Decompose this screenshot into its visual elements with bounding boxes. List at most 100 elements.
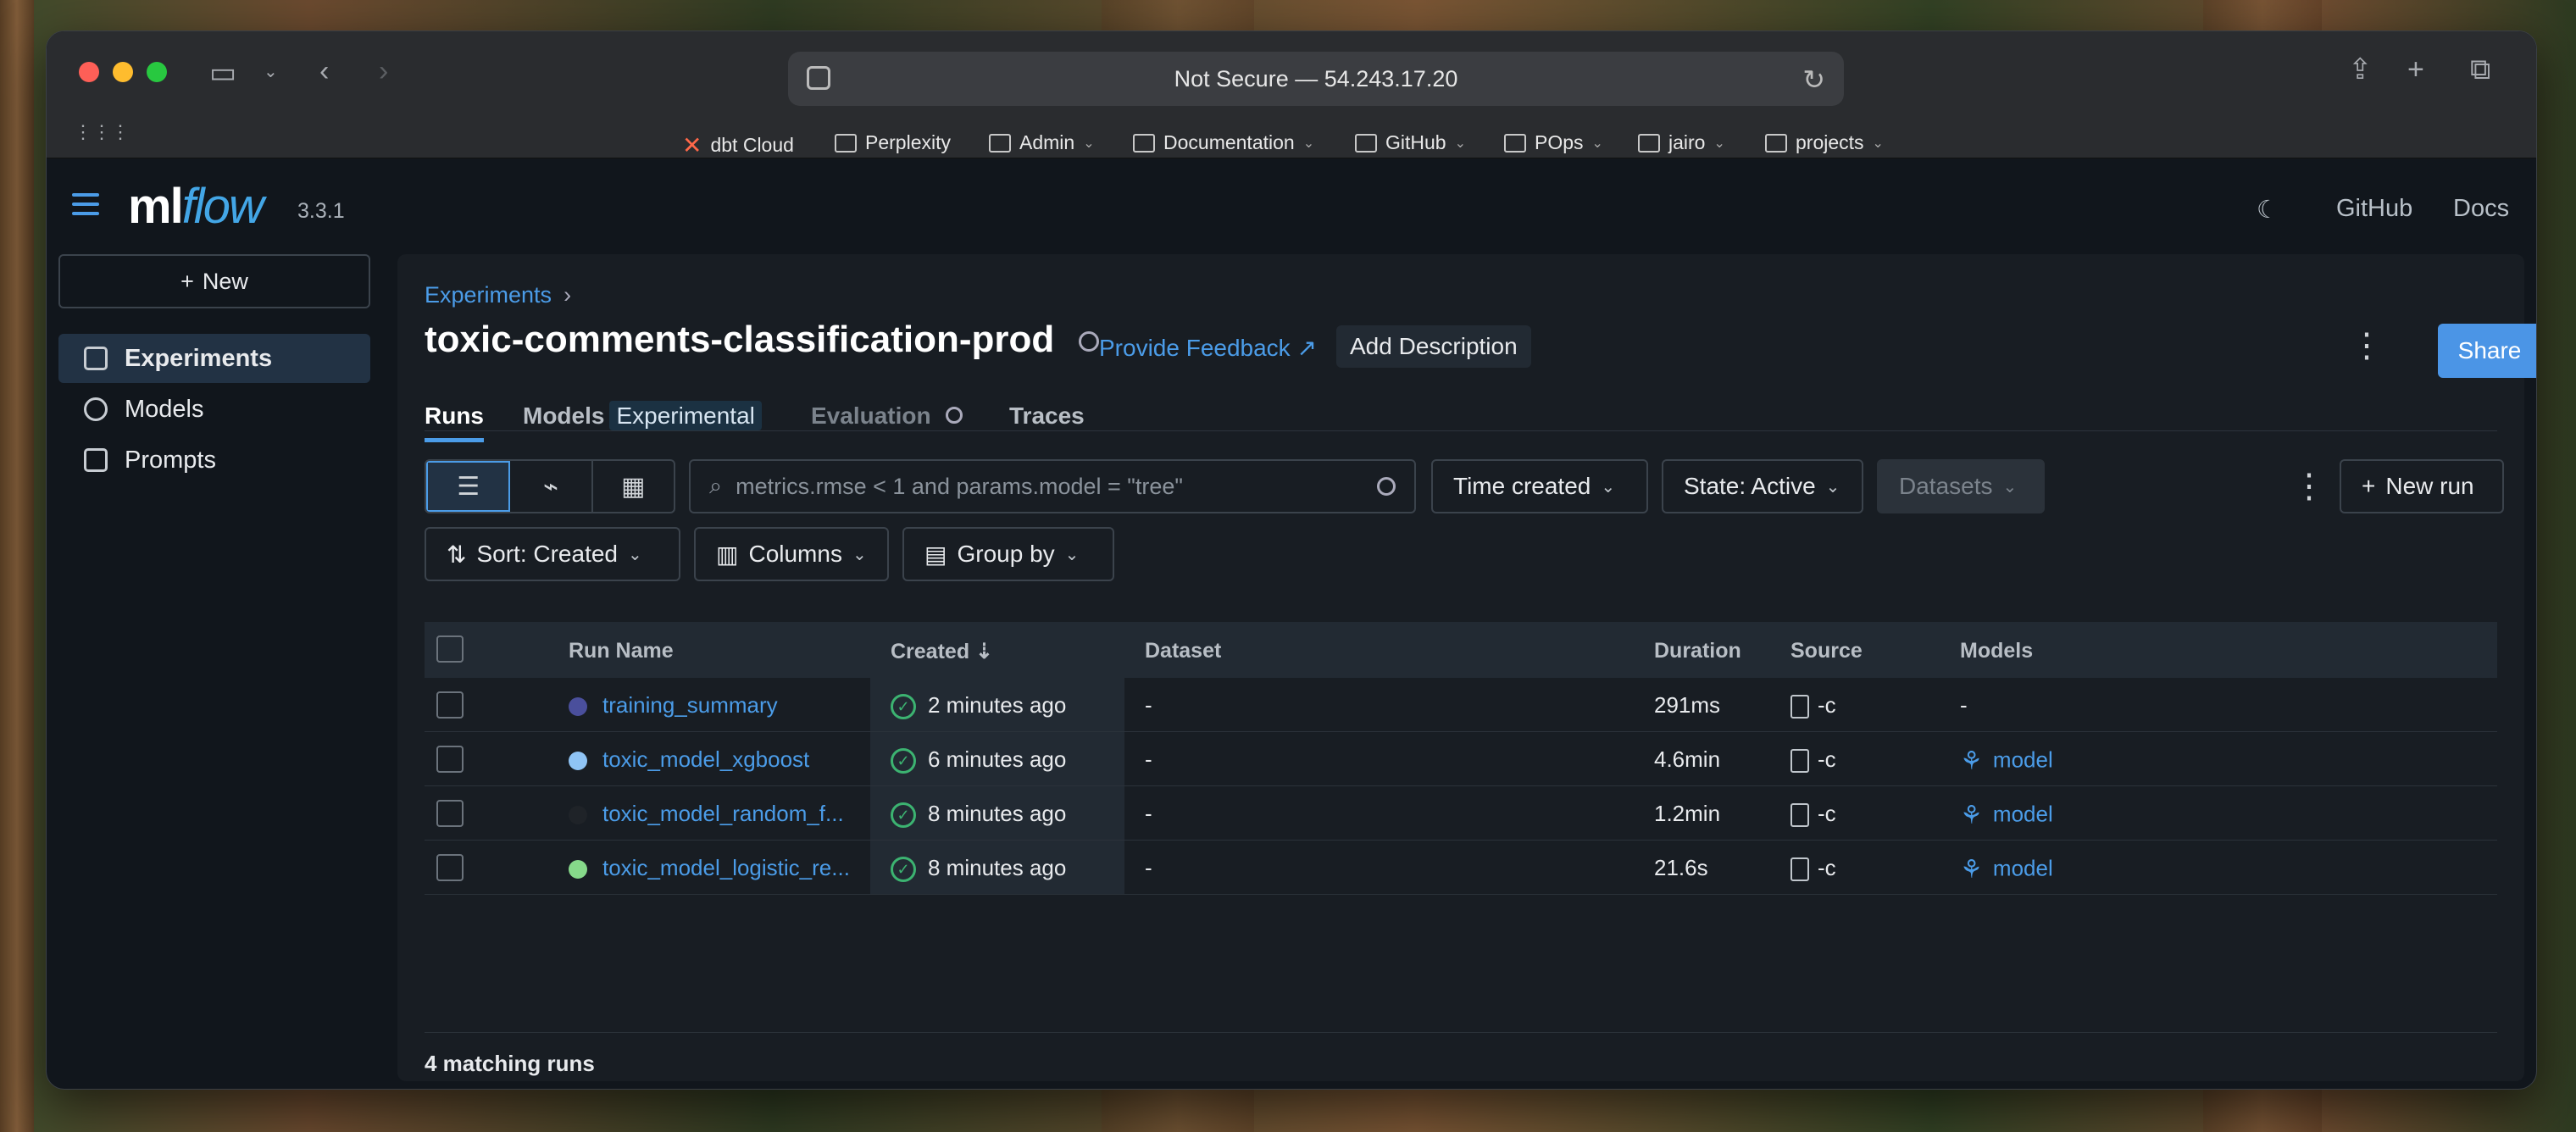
bookmark-folder-admin[interactable]: Admin ⌄: [989, 131, 1095, 154]
row-checkbox[interactable]: [436, 800, 464, 827]
run-color-dot[interactable]: [569, 806, 587, 825]
models-cell[interactable]: ⚘ model: [1960, 855, 2053, 885]
run-name-cell[interactable]: toxic_model_xgboost: [569, 746, 809, 773]
model-icon: ⚘: [1960, 802, 1983, 830]
bookmark-folder-jairo[interactable]: jairo ⌄: [1638, 131, 1725, 154]
back-icon[interactable]: ‹: [319, 57, 329, 86]
zoom-window-button[interactable]: [147, 62, 167, 82]
dbt-icon: ✕: [682, 132, 702, 158]
column-header-run-name[interactable]: Run Name: [569, 639, 674, 663]
chart-view-icon[interactable]: ⌁: [510, 461, 593, 512]
source-file-icon: [1790, 857, 1809, 882]
new-run-button[interactable]: + New run: [2340, 459, 2504, 513]
page-settings-icon[interactable]: [807, 66, 830, 90]
table-row[interactable]: toxic_model_xgboost ✓ 6 minutes ago - 4.6…: [425, 732, 2497, 786]
more-options-icon[interactable]: ⋮: [2292, 469, 2326, 503]
add-description-button[interactable]: Add Description: [1336, 325, 1531, 368]
table-row[interactable]: toxic_model_logistic_re... ✓ 8 minutes ag…: [425, 841, 2497, 895]
github-link[interactable]: GitHub: [2336, 195, 2412, 223]
bookmark-folder-github[interactable]: GitHub ⌄: [1355, 131, 1466, 154]
info-icon[interactable]: [1377, 477, 1396, 496]
columns-icon: ▥: [716, 541, 739, 568]
reload-icon[interactable]: ↻: [1802, 64, 1825, 96]
list-view-icon[interactable]: ☰: [426, 461, 511, 512]
row-checkbox[interactable]: [436, 746, 464, 773]
page-title: toxic-comments-classification-prod: [425, 319, 1099, 361]
chevron-down-icon: ⌄: [852, 545, 867, 564]
minimize-window-button[interactable]: [113, 62, 133, 82]
source-cell[interactable]: -c: [1790, 692, 1836, 719]
perplexity-icon: [835, 133, 857, 153]
search-input[interactable]: ⌕ metrics.rmse < 1 and params.model = "t…: [689, 459, 1416, 513]
sidebar-item-experiments[interactable]: Experiments: [58, 334, 370, 383]
group-by-dropdown[interactable]: ▤ Group by ⌄: [902, 527, 1114, 581]
models-cell[interactable]: ⚘ model: [1960, 801, 2053, 830]
table-row[interactable]: training_summary ✓ 2 minutes ago - 291ms …: [425, 678, 2497, 732]
tab-evaluation[interactable]: Evaluation: [811, 402, 963, 430]
folder-icon: [1504, 133, 1526, 153]
sidebar-item-prompts[interactable]: Prompts: [58, 436, 370, 485]
docs-link[interactable]: Docs: [2453, 195, 2509, 223]
new-button[interactable]: + New: [58, 254, 370, 308]
share-button[interactable]: Share: [2438, 324, 2536, 378]
models-cell[interactable]: ⚘ model: [1960, 746, 2053, 776]
chevron-down-icon: ⌄: [1825, 477, 1840, 497]
column-header-models[interactable]: Models: [1960, 639, 2033, 663]
source-cell[interactable]: -c: [1790, 746, 1836, 774]
run-name-cell[interactable]: training_summary: [569, 692, 778, 719]
column-header-created[interactable]: Created ⇣: [891, 639, 993, 664]
sidebar: + New Experiments Models Prompts: [47, 254, 397, 1089]
created-cell: ✓ 6 minutes ago: [891, 746, 1066, 774]
run-name-cell[interactable]: toxic_model_random_f...: [569, 801, 844, 827]
info-icon[interactable]: [1078, 331, 1099, 352]
address-bar[interactable]: Not Secure — 54.243.17.20 ↻: [788, 52, 1844, 106]
select-all-checkbox[interactable]: [436, 635, 464, 663]
bookmark-folder-projects[interactable]: projects ⌄: [1765, 131, 1884, 154]
models-icon: [84, 397, 108, 421]
tab-runs[interactable]: Runs: [425, 402, 484, 442]
column-header-duration[interactable]: Duration: [1654, 639, 1741, 663]
chevron-down-icon: ⌄: [628, 545, 642, 564]
table-view-icon[interactable]: ▦: [593, 461, 674, 512]
run-color-dot[interactable]: [569, 752, 587, 771]
prompt-icon: [84, 448, 108, 472]
theme-toggle-icon[interactable]: ☾: [2257, 195, 2279, 225]
bookmark-folder-documentation[interactable]: Documentation ⌄: [1133, 131, 1314, 154]
column-header-dataset[interactable]: Dataset: [1145, 639, 1221, 663]
run-name-cell[interactable]: toxic_model_logistic_re...: [569, 855, 850, 881]
run-color-dot[interactable]: [569, 860, 587, 880]
row-checkbox[interactable]: [436, 854, 464, 881]
tab-overview-icon[interactable]: ⧉: [2470, 55, 2490, 84]
provide-feedback-link[interactable]: Provide Feedback ↗: [1099, 334, 1317, 362]
beaker-icon: [84, 347, 108, 370]
chevron-down-icon[interactable]: ⌄: [264, 64, 278, 80]
forward-icon[interactable]: ›: [379, 57, 388, 86]
more-options-icon[interactable]: ⋮: [2350, 329, 2384, 363]
table-row[interactable]: toxic_model_random_f... ✓ 8 minutes ago -…: [425, 786, 2497, 841]
row-checkbox[interactable]: [436, 691, 464, 719]
column-header-source[interactable]: Source: [1790, 639, 1863, 663]
bookmark-dbt-cloud[interactable]: ✕ dbt Cloud: [682, 131, 794, 159]
mlflow-logo[interactable]: mlflow: [128, 178, 264, 235]
bookmark-folder-pops[interactable]: POps ⌄: [1504, 131, 1603, 154]
check-circle-icon: ✓: [891, 857, 916, 883]
run-color-dot[interactable]: [569, 697, 587, 717]
source-cell[interactable]: -c: [1790, 801, 1836, 828]
state-dropdown[interactable]: State: Active ⌄: [1662, 459, 1863, 513]
bookmark-perplexity[interactable]: Perplexity: [835, 131, 951, 154]
columns-dropdown[interactable]: ▥ Columns ⌄: [694, 527, 889, 581]
browser-window: ▭ ⌄ ‹ › Not Secure — 54.243.17.20 ↻ ⇪ + …: [46, 31, 2537, 1090]
breadcrumb-experiments[interactable]: Experiments: [425, 282, 552, 308]
sidebar-item-models[interactable]: Models: [58, 385, 370, 434]
tab-models[interactable]: Models Experimental: [523, 401, 762, 430]
menu-icon[interactable]: [72, 193, 99, 221]
tab-traces[interactable]: Traces: [1009, 402, 1085, 430]
source-cell[interactable]: -c: [1790, 855, 1836, 882]
breadcrumb: Experiments ›: [425, 282, 571, 308]
sort-dropdown[interactable]: ⇅ Sort: Created ⌄: [425, 527, 680, 581]
sidebar-toggle-icon[interactable]: ▭: [209, 58, 236, 87]
time-created-dropdown[interactable]: Time created ⌄: [1431, 459, 1648, 513]
close-window-button[interactable]: [79, 62, 99, 82]
new-tab-icon[interactable]: +: [2407, 55, 2424, 84]
share-icon[interactable]: ⇪: [2348, 55, 2373, 84]
